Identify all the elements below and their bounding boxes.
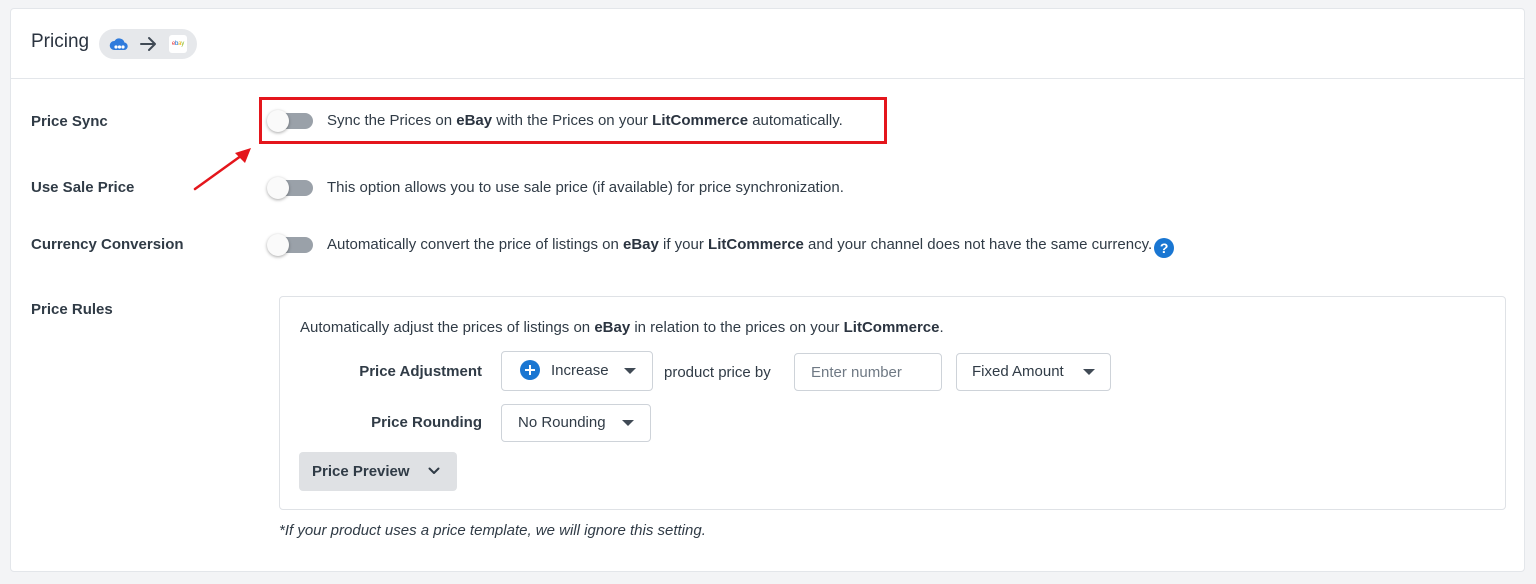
price-rules-description: Automatically adjust the prices of listi… bbox=[300, 319, 944, 336]
price-rules-panel: Automatically adjust the prices of listi… bbox=[279, 296, 1506, 510]
channel-connection-badge: ebay bbox=[99, 29, 197, 59]
amount-type-select[interactable]: Fixed Amount bbox=[956, 353, 1111, 391]
plus-circle-icon bbox=[520, 360, 540, 380]
help-icon[interactable]: ? bbox=[1154, 238, 1175, 258]
adjustment-amount-input[interactable] bbox=[794, 353, 942, 391]
use-sale-price-description: This option allows you to use sale price… bbox=[327, 179, 844, 196]
use-sale-price-label: Use Sale Price bbox=[31, 179, 135, 196]
ebay-logo: ebay bbox=[169, 35, 187, 53]
litcommerce-cloud-icon bbox=[109, 38, 128, 50]
currency-conversion-description: Automatically convert the price of listi… bbox=[327, 236, 1175, 258]
adjustment-direction-select[interactable]: Increase bbox=[501, 351, 653, 391]
page-title: Pricing bbox=[31, 31, 90, 52]
price-sync-label: Price Sync bbox=[31, 113, 108, 130]
price-template-footnote: *If your product uses a price template, … bbox=[279, 522, 706, 539]
annotation-highlight-box bbox=[259, 97, 887, 144]
chevron-down-icon bbox=[428, 467, 440, 474]
price-rounding-select[interactable]: No Rounding bbox=[501, 404, 651, 442]
caret-down-icon bbox=[1083, 369, 1095, 375]
currency-conversion-toggle[interactable] bbox=[267, 234, 313, 256]
caret-down-icon bbox=[624, 368, 636, 374]
price-preview-button[interactable]: Price Preview bbox=[299, 452, 457, 491]
price-rules-label: Price Rules bbox=[31, 301, 113, 318]
price-adjustment-label: Price Adjustment bbox=[359, 363, 482, 380]
currency-conversion-label: Currency Conversion bbox=[31, 236, 184, 253]
price-rounding-label: Price Rounding bbox=[371, 414, 482, 431]
use-sale-price-toggle[interactable] bbox=[267, 177, 313, 199]
pricing-card: Pricing ebay Price Sync Sync the Prices … bbox=[10, 8, 1525, 572]
arrow-right-icon bbox=[140, 37, 156, 51]
product-price-by-text: product price by bbox=[664, 364, 771, 381]
card-header: Pricing ebay bbox=[11, 9, 1524, 79]
annotation-arrow bbox=[193, 148, 251, 191]
caret-down-icon bbox=[622, 420, 634, 426]
